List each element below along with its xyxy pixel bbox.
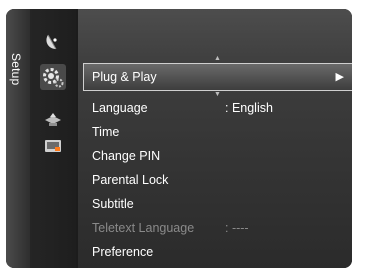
menu-item-label: Teletext Language bbox=[92, 221, 195, 235]
side-tab-label: Setup bbox=[9, 53, 23, 86]
menu-item-parental-lock[interactable]: Parental Lock bbox=[78, 168, 352, 192]
menu-item-label: Preference bbox=[92, 245, 154, 259]
menu-item-language[interactable]: Language : English bbox=[78, 96, 352, 120]
menu-item-label: Plug & Play bbox=[92, 70, 157, 84]
menu-item-value: : English bbox=[225, 101, 273, 115]
application-icon[interactable] bbox=[42, 135, 64, 157]
scroll-up-indicator[interactable]: ▲ bbox=[214, 55, 221, 62]
menu-item-teletext-language: Teletext Language : ---- bbox=[78, 216, 352, 240]
input-source-icon[interactable] bbox=[42, 109, 64, 131]
menu-item-time[interactable]: Time bbox=[78, 120, 352, 144]
submenu-arrow-icon: ▶ bbox=[335, 71, 344, 83]
menu-item-change-pin[interactable]: Change PIN bbox=[78, 144, 352, 168]
menu-item-preference[interactable]: Preference bbox=[78, 240, 352, 264]
tv-setup-menu: Setup ▲ Plug & Play ▶ ▼ Language: Engli… bbox=[6, 9, 352, 268]
gear-icon bbox=[43, 68, 64, 88]
category-icon-column bbox=[30, 9, 76, 268]
menu-item-label: Language bbox=[92, 101, 148, 115]
menu-item-value: : ---- bbox=[225, 221, 249, 235]
menu-item-label: Time bbox=[92, 125, 120, 139]
satellite-dish-icon[interactable] bbox=[42, 31, 64, 53]
gear-icon-active[interactable] bbox=[40, 64, 66, 90]
menu-item-subtitle[interactable]: Subtitle bbox=[78, 192, 352, 216]
menu-item-plug-and-play[interactable]: Plug & Play ▶ bbox=[83, 63, 352, 91]
menu-content-area: ▲ Plug & Play ▶ ▼ Language : English Tim… bbox=[78, 9, 352, 268]
side-tab: Setup bbox=[6, 9, 30, 268]
menu-item-label: Parental Lock bbox=[92, 173, 169, 187]
menu-item-label: Subtitle bbox=[92, 197, 134, 211]
menu-item-label: Change PIN bbox=[92, 149, 161, 163]
